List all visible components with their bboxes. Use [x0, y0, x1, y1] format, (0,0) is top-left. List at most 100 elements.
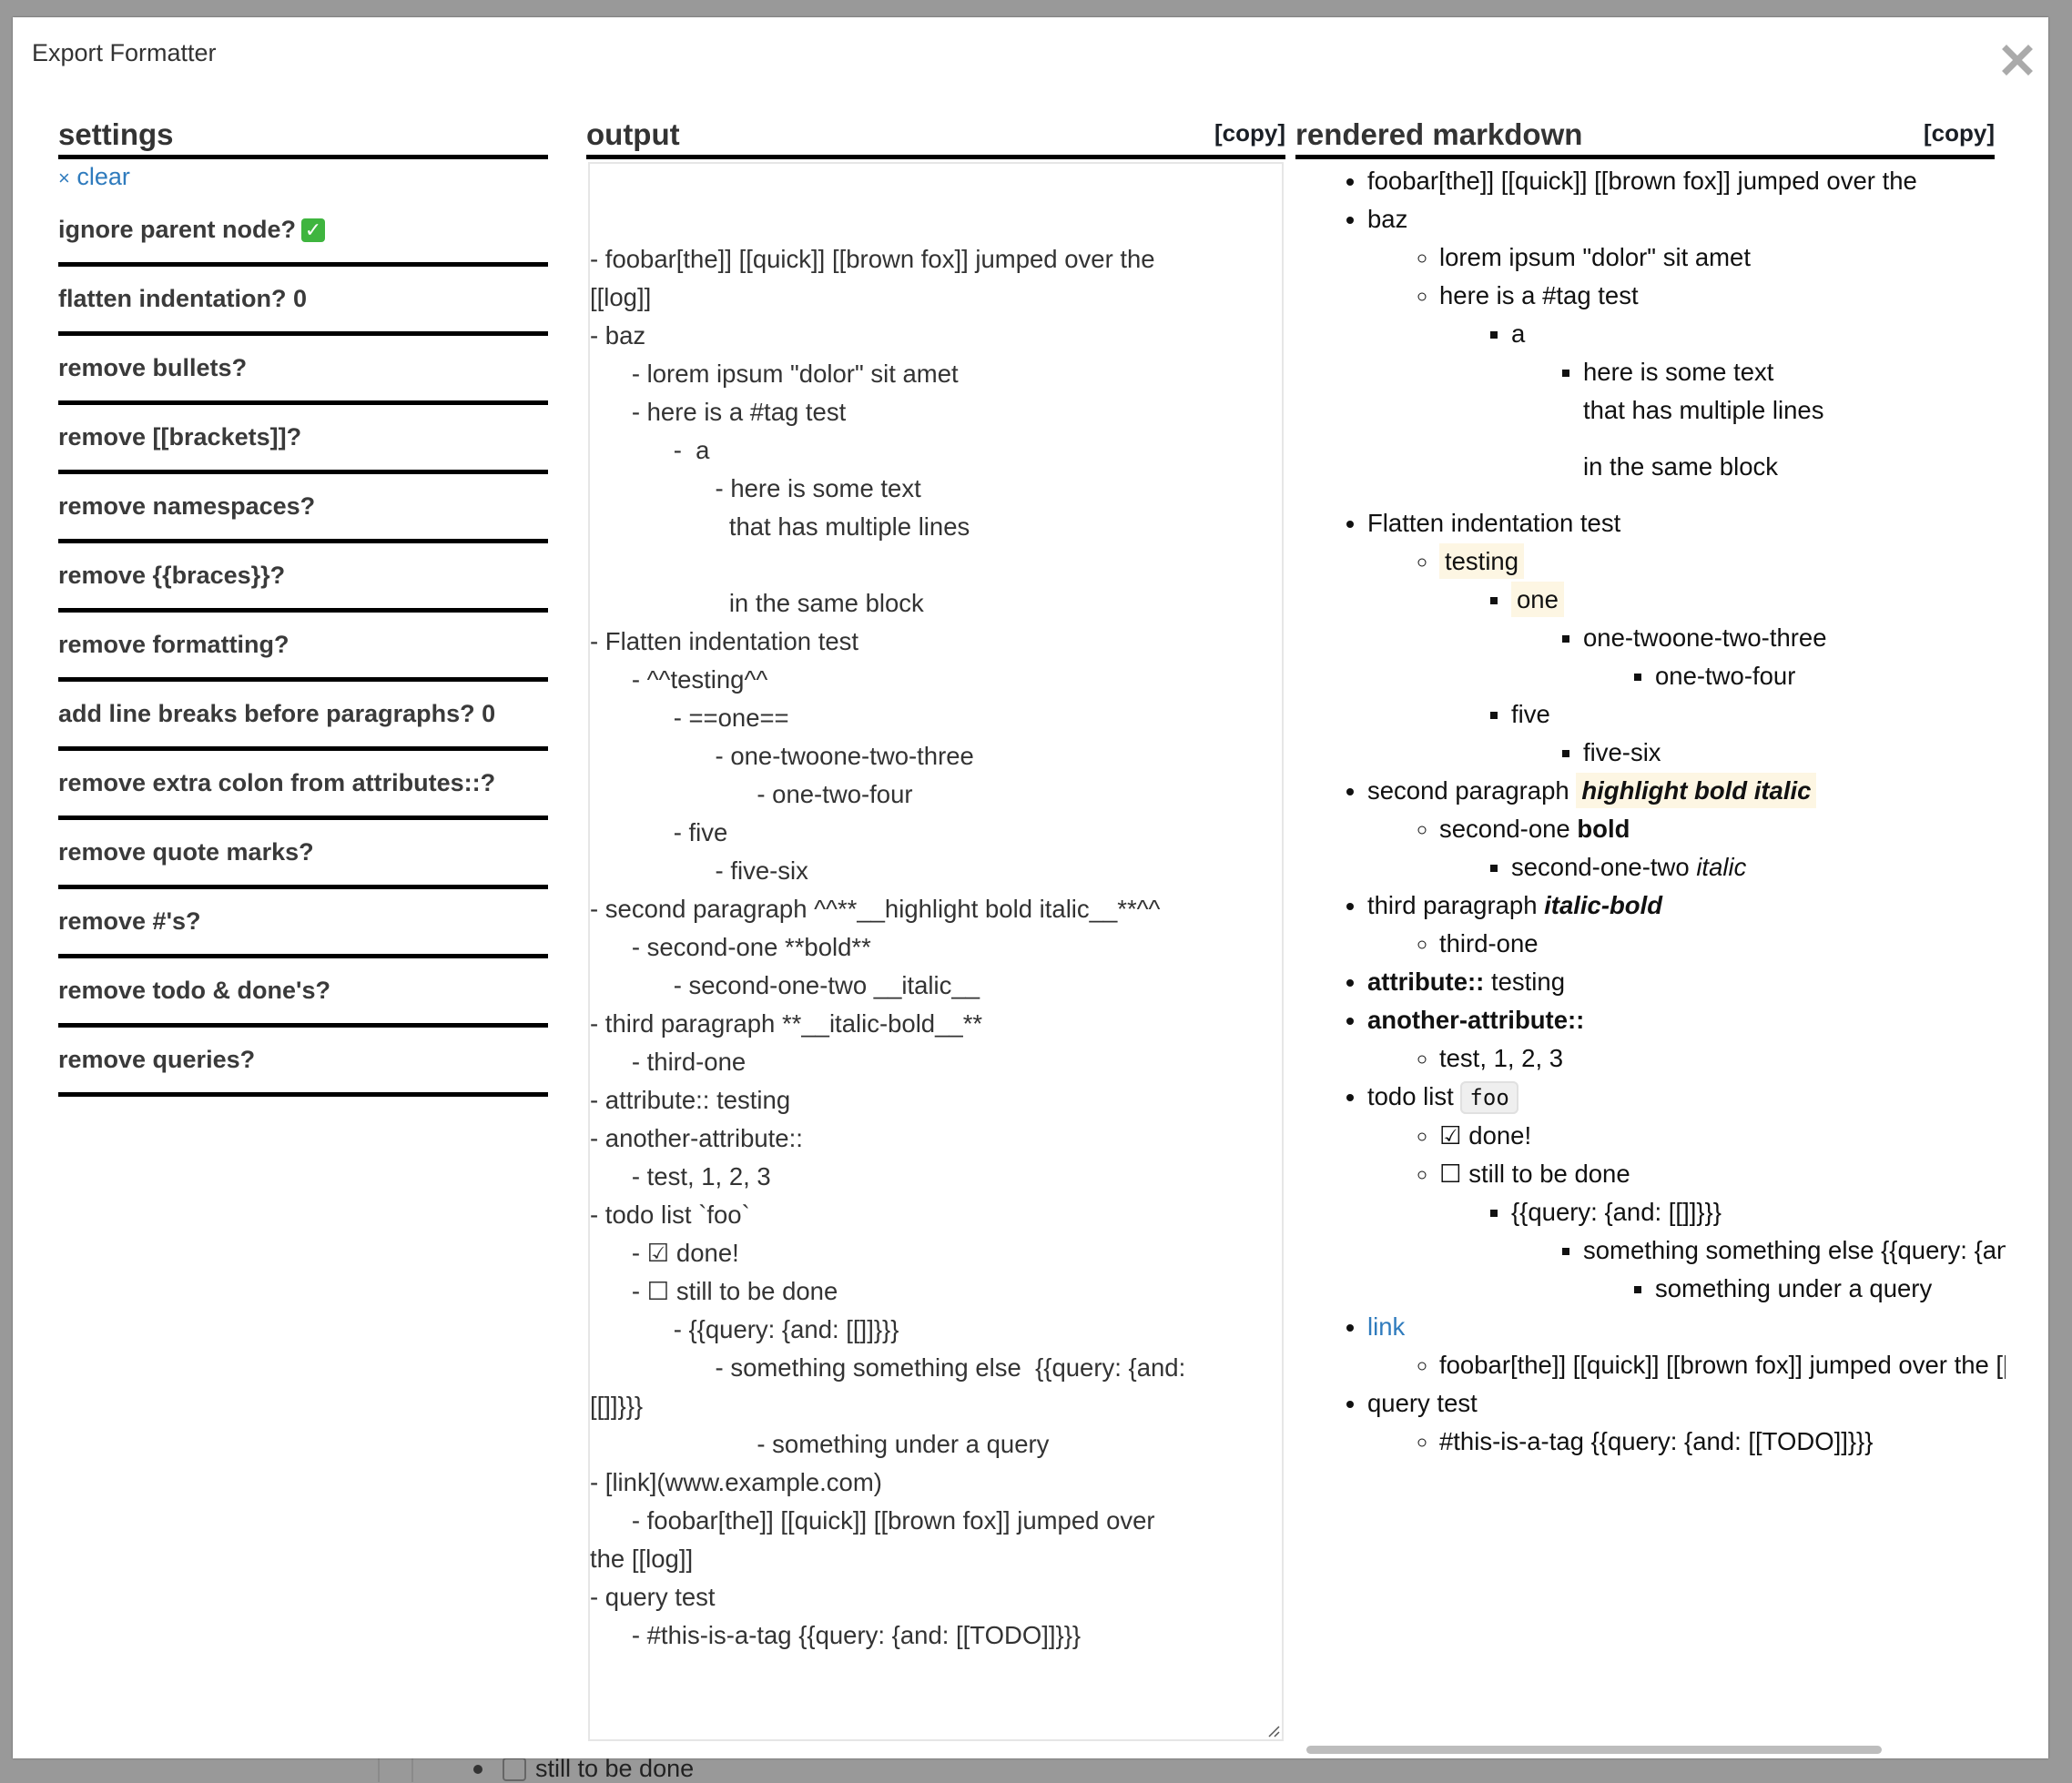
rendered-markdown-content: foobar[the]] [[quick]] [[brown fox]] jum…	[1295, 162, 2006, 1727]
md-item: second-one-two italic	[1511, 848, 2006, 886]
setting-remove-quote-marks[interactable]: remove quote marks?	[58, 820, 548, 889]
md-item: one one-twoone-two-three one-two-four	[1511, 581, 2006, 695]
clear-button[interactable]: × clear	[58, 163, 548, 198]
setting-label: remove extra colon from attributes::?	[58, 769, 496, 796]
md-text: second paragraph	[1367, 776, 1569, 805]
md-text: query test	[1367, 1389, 1478, 1417]
md-list: {{query: {and: [[]]}}} something somethi…	[1439, 1193, 2006, 1308]
bold-italic-text: italic-bold	[1544, 891, 1663, 919]
close-button[interactable]	[1999, 42, 2036, 78]
setting-label: remove quote marks?	[58, 838, 314, 866]
output-line: - [link](www.example.com)	[590, 1468, 882, 1496]
bold-text: bold	[1577, 815, 1630, 843]
md-list: lorem ipsum "dolor" sit amet here is a #…	[1367, 238, 2006, 504]
md-text: here is some text	[1583, 358, 1774, 386]
rendered-markdown-panel: rendered markdown [copy] foobar[the]] [[…	[1295, 115, 2006, 1455]
output-line: - baz	[590, 321, 646, 350]
clear-x-icon: ×	[58, 167, 70, 189]
md-item: todo list foo ☑ done! ☐ still to be done…	[1367, 1078, 2006, 1308]
setting-remove-formatting[interactable]: remove formatting?	[58, 613, 548, 682]
output-line: - test, 1, 2, 3	[590, 1162, 771, 1190]
setting-remove-queries[interactable]: remove queries?	[58, 1028, 548, 1097]
clear-label: clear	[76, 163, 130, 190]
md-text: {{query: {and: [[]]}}}	[1511, 1198, 1722, 1226]
output-copy-button[interactable]: [copy]	[1214, 119, 1285, 155]
output-header: output [copy]	[586, 115, 1285, 159]
md-list: something something else {{query: {and: …	[1511, 1231, 2006, 1308]
checkbox-icon[interactable]	[503, 1757, 526, 1781]
rendered-title: rendered markdown	[1295, 117, 1583, 151]
settings-header: settings	[58, 115, 548, 159]
md-list: ☑ done! ☐ still to be done {{query: {and…	[1367, 1117, 2006, 1308]
setting-ignore-parent-node[interactable]: ignore parent node? ✓	[58, 198, 548, 267]
md-list: foobar[the]] [[quick]] [[brown fox]] jum…	[1295, 162, 2006, 1461]
md-todo-done: ☑ done!	[1439, 1121, 1532, 1150]
setting-label: remove queries?	[58, 1046, 256, 1073]
setting-remove-todo-done[interactable]: remove todo & done's?	[58, 958, 548, 1028]
attribute-key: another-attribute::	[1367, 1006, 1585, 1034]
output-line: - one-two-four	[590, 780, 913, 808]
close-icon	[2002, 45, 2033, 76]
md-link[interactable]: link	[1367, 1312, 1405, 1341]
inline-code: foo	[1460, 1081, 1518, 1114]
background-divider	[411, 1758, 413, 1782]
checkmark-icon: ✓	[301, 218, 326, 242]
output-line: - something under a query	[590, 1430, 1050, 1458]
md-item: testing one one-twoone-two-three one-two…	[1439, 542, 2006, 772]
setting-remove-extra-colon[interactable]: remove extra colon from attributes::?	[58, 751, 548, 820]
md-list: something under a query	[1583, 1270, 2006, 1308]
setting-remove-braces[interactable]: remove {{braces}}?	[58, 543, 548, 613]
md-item: foobar[the]] [[quick]] [[brown fox]] jum…	[1439, 1346, 2006, 1384]
output-line: - one-twoone-two-three	[590, 742, 974, 770]
md-list: five-six	[1511, 734, 2006, 772]
md-todo-open: ☐ still to be done	[1439, 1160, 1630, 1188]
output-line: that has multiple lines	[590, 512, 970, 541]
output-line: - second-one **bold**	[590, 933, 871, 961]
output-line: - ☐ still to be done	[590, 1277, 838, 1305]
md-item: five-six	[1583, 734, 2006, 772]
md-text: a	[1511, 319, 1526, 348]
md-text: third paragraph	[1367, 891, 1538, 919]
md-item: another-attribute:: test, 1, 2, 3	[1367, 1001, 2006, 1078]
md-item: one-two-four	[1655, 657, 2006, 695]
md-item: something something else {{query: {and: …	[1583, 1231, 2006, 1308]
bullet-icon	[473, 1764, 482, 1774]
md-text: here is a #tag test	[1439, 281, 1639, 309]
output-line: - ☑ done!	[590, 1239, 739, 1267]
highlight-text: one	[1511, 582, 1564, 617]
md-item: attribute:: testing	[1367, 963, 2006, 1001]
background-page: still to be done	[0, 1755, 2072, 1782]
md-list: one-twoone-two-three one-two-four	[1511, 619, 2006, 695]
setting-label: remove formatting?	[58, 631, 289, 658]
resize-handle-icon[interactable]	[1267, 1725, 1280, 1737]
output-line: in the same block	[590, 589, 924, 617]
md-text: something under a query	[1655, 1274, 1933, 1302]
setting-label: flatten indentation? 0	[58, 285, 307, 312]
italic-text: italic	[1696, 853, 1747, 881]
output-panel: output [copy] - foobar[the]] [[quick]] […	[586, 115, 1285, 1741]
setting-label: remove bullets?	[58, 354, 248, 381]
md-text: five-six	[1583, 738, 1661, 766]
highlight-bold-italic-text: highlight bold italic	[1576, 773, 1817, 808]
background-divider	[378, 1758, 380, 1782]
setting-remove-bullets[interactable]: remove bullets?	[58, 336, 548, 405]
md-list: one one-twoone-two-three one-two-four	[1439, 581, 2006, 772]
horizontal-scrollbar[interactable]	[1306, 1746, 1882, 1754]
md-list: one-two-four	[1583, 657, 2006, 695]
setting-flatten-indentation[interactable]: flatten indentation? 0	[58, 267, 548, 336]
output-line: [[]]}}}	[590, 1392, 644, 1420]
md-text: something something else {{query: {and: …	[1583, 1236, 2006, 1264]
setting-remove-namespaces[interactable]: remove namespaces?	[58, 474, 548, 543]
rendered-copy-button[interactable]: [copy]	[1924, 119, 1995, 155]
setting-add-line-breaks[interactable]: add line breaks before paragraphs? 0	[58, 682, 548, 751]
md-list: here is some text that has multiple line…	[1511, 353, 2006, 504]
output-line: - third-one	[590, 1048, 747, 1076]
md-item: one-twoone-two-three one-two-four	[1583, 619, 2006, 695]
output-textarea[interactable]: - foobar[the]] [[quick]] [[brown fox]] j…	[588, 162, 1284, 1741]
output-line: [[log]]	[590, 283, 652, 311]
md-item: five five-six	[1511, 695, 2006, 772]
setting-remove-brackets[interactable]: remove [[brackets]]?	[58, 405, 548, 474]
md-list: testing one one-twoone-two-three one-two…	[1367, 542, 2006, 772]
setting-remove-hashes[interactable]: remove #'s?	[58, 889, 548, 958]
